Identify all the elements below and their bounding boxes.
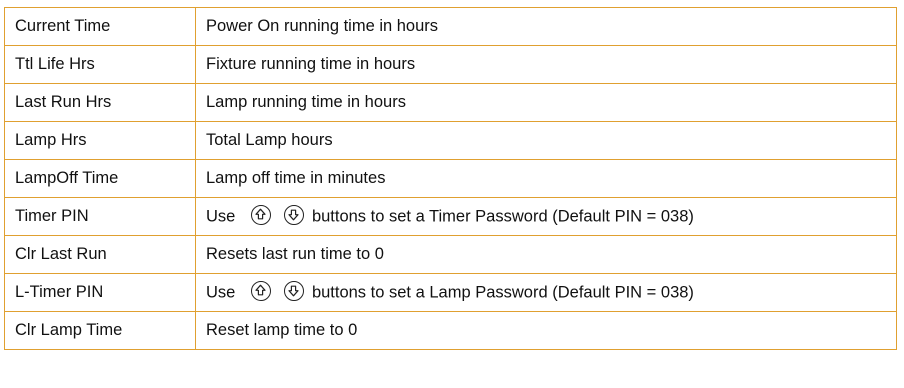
- description-cell: Reset lamp time to 0: [195, 311, 897, 350]
- description-cell: Total Lamp hours: [195, 121, 897, 160]
- table-row: L-Timer PIN Use buttons to set a Lamp Pa…: [4, 273, 897, 312]
- table-row: Last Run Hrs Lamp running time in hours: [4, 83, 897, 122]
- term-cell: LampOff Time: [4, 159, 196, 198]
- document-page: Current Time Power On running time in ho…: [0, 0, 904, 388]
- table-row: Current Time Power On running time in ho…: [4, 7, 897, 46]
- term-cell: Timer PIN: [4, 197, 196, 236]
- description-suffix: buttons to set a Lamp Password (Default …: [311, 282, 694, 301]
- down-arrow-icon: [284, 204, 305, 225]
- term-cell: Clr Lamp Time: [4, 311, 196, 350]
- description-cell: Use buttons to set a Lamp Password (Defa…: [195, 273, 897, 312]
- timer-settings-table: Current Time Power On running time in ho…: [4, 7, 897, 350]
- term-cell: Last Run Hrs: [4, 83, 196, 122]
- description-cell: Lamp off time in minutes: [195, 159, 897, 198]
- description-prefix: Use: [206, 282, 236, 301]
- table-row: Lamp Hrs Total Lamp hours: [4, 121, 897, 160]
- description-suffix: buttons to set a Timer Password (Default…: [311, 206, 694, 225]
- description-cell: Fixture running time in hours: [195, 45, 897, 84]
- term-cell: Lamp Hrs: [4, 121, 196, 160]
- table-row: Ttl Life Hrs Fixture running time in hou…: [4, 45, 897, 84]
- description-cell: Power On running time in hours: [195, 7, 897, 46]
- description-cell: Lamp running time in hours: [195, 83, 897, 122]
- term-cell: Clr Last Run: [4, 235, 196, 274]
- term-cell: L-Timer PIN: [4, 273, 196, 312]
- down-arrow-icon: [284, 280, 305, 301]
- description-cell: Use buttons to set a Timer Password (Def…: [195, 197, 897, 236]
- up-arrow-icon: [251, 280, 272, 301]
- table-row: Clr Lamp Time Reset lamp time to 0: [4, 311, 897, 350]
- table-row: Clr Last Run Resets last run time to 0: [4, 235, 897, 274]
- term-cell: Ttl Life Hrs: [4, 45, 196, 84]
- description-cell: Resets last run time to 0: [195, 235, 897, 274]
- up-arrow-icon: [251, 204, 272, 225]
- table-row: LampOff Time Lamp off time in minutes: [4, 159, 897, 198]
- table-row: Timer PIN Use buttons to set a Timer Pas…: [4, 197, 897, 236]
- term-cell: Current Time: [4, 7, 196, 46]
- description-prefix: Use: [206, 206, 236, 225]
